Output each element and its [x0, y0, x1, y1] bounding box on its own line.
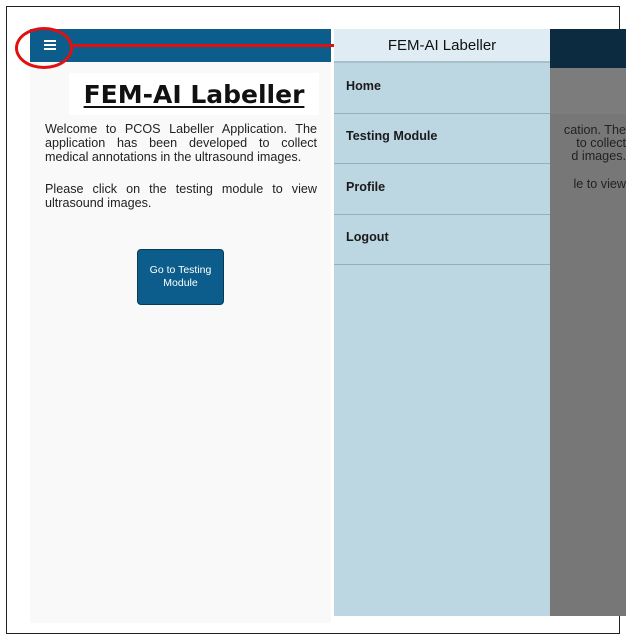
drawer-item-testing-module[interactable]: Testing Module: [334, 114, 550, 164]
go-to-testing-module-label: Go to Testing Module: [149, 264, 212, 289]
dim-overlay[interactable]: [550, 68, 626, 114]
navigation-drawer: FEM-AI Labeller Home Testing Module Prof…: [334, 29, 550, 616]
drawer-screen: cation. The to collect d images. le to v…: [334, 29, 626, 616]
drawer-item-home[interactable]: Home: [334, 63, 550, 114]
drawer-item-logout[interactable]: Logout: [334, 215, 550, 265]
dimmed-app-bar: [550, 29, 626, 68]
drawer-menu: Home Testing Module Profile Logout: [334, 63, 550, 265]
drawer-item-label: Home: [346, 78, 381, 93]
home-screen: FEM-AI Labeller Welcome to PCOS Labeller…: [30, 29, 331, 623]
page-title: FEM-AI Labeller: [69, 73, 319, 115]
page-title-text: FEM-AI Labeller: [83, 79, 305, 109]
drawer-item-profile[interactable]: Profile: [334, 164, 550, 215]
drawer-header: FEM-AI Labeller: [334, 29, 550, 61]
dimmed-page-text: cation. The to collect d images. le to v…: [550, 124, 626, 191]
dimmed-text-line: d images.: [571, 150, 626, 164]
dimmed-text-line: cation. The: [563, 124, 626, 137]
go-to-testing-module-button[interactable]: Go to Testing Module: [137, 249, 224, 305]
drawer-item-label: Logout: [346, 230, 389, 245]
dimmed-text-line: to collect: [576, 137, 626, 151]
welcome-text: Welcome to PCOS Labeller Application. Th…: [45, 122, 317, 164]
drawer-item-label: Profile: [346, 179, 386, 194]
instruction-text: Please click on the testing module to vi…: [45, 182, 317, 210]
dimmed-text-line: le to view: [573, 177, 626, 191]
arrow-right-icon: [73, 44, 345, 47]
drawer-item-label: Testing Module: [346, 129, 438, 144]
highlight-circle-annotation: [15, 27, 73, 69]
